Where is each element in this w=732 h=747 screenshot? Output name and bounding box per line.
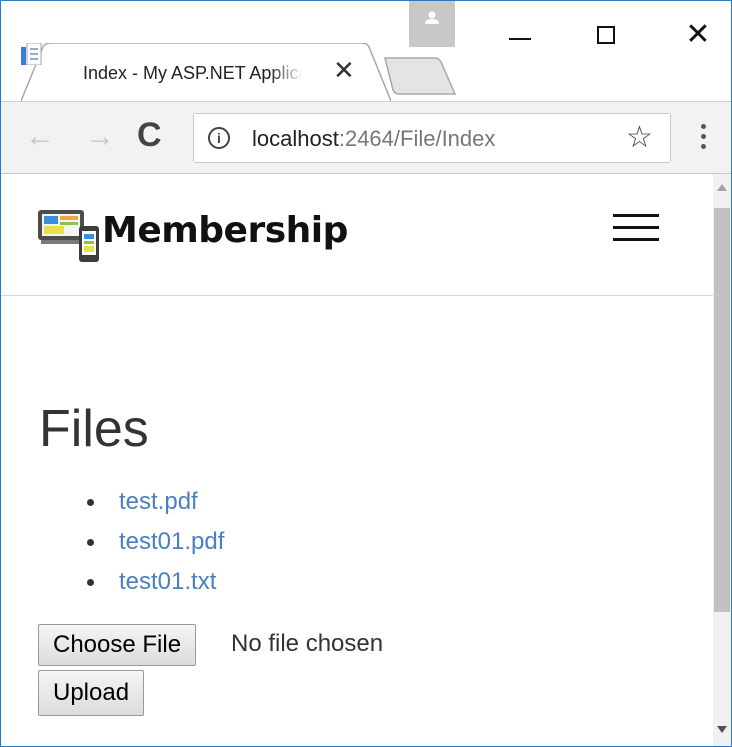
site-navbar: Membership [1,174,713,296]
scroll-down-arrow-icon[interactable] [717,726,727,733]
file-link-test01-pdf[interactable]: test01.pdf [119,528,224,555]
vertical-scrollbar[interactable] [713,174,731,746]
browser-toolbar: ← → C i localhost:2464/File/Index ☆ [1,101,731,174]
forward-icon[interactable]: → [85,122,115,152]
page-heading: Files [39,400,149,458]
site-info-icon[interactable]: i [208,127,230,149]
back-icon[interactable]: ← [25,122,55,152]
list-item: test01.txt [81,562,224,602]
tab-close-icon[interactable]: ✕ [333,57,355,83]
page-favicon-icon [21,43,42,65]
url-text[interactable]: localhost:2464/File/Index [252,126,495,152]
profile-icon [425,11,439,24]
list-item: test.pdf [81,482,224,522]
minimize-icon [509,38,531,40]
hamburger-menu-icon[interactable] [613,214,659,244]
profile-button[interactable] [409,1,455,47]
upload-button[interactable]: Upload [38,670,145,716]
tab-title: Index - My ASP.NET Application [83,63,303,83]
url-path: :2464/File/Index [338,126,496,151]
browser-window: Index - My ASP.NET Application ✕ ✕ ← → C… [0,0,732,747]
maximize-button[interactable] [581,19,631,59]
address-bar[interactable]: i localhost:2464/File/Index ☆ [193,113,671,163]
window-close-button[interactable]: ✕ [673,15,723,55]
file-link-test01-txt[interactable]: test01.txt [119,568,216,595]
brand-logo-icon[interactable] [37,206,101,264]
scroll-thumb[interactable] [714,208,730,612]
file-list: test.pdf test01.pdf test01.txt [81,482,224,602]
minimize-button[interactable] [491,19,551,59]
brand-title[interactable]: Membership [102,210,348,251]
no-file-chosen-label: No file chosen [231,630,384,657]
page-viewport: Membership Files test.pdf test01.pdf tes… [1,174,713,746]
title-bar: Index - My ASP.NET Application ✕ ✕ [1,1,731,101]
browser-menu-icon[interactable] [701,124,707,154]
browser-tab[interactable]: Index - My ASP.NET Application ✕ [21,43,391,101]
scroll-up-arrow-icon[interactable] [717,184,727,191]
new-tab-button[interactable] [383,56,457,96]
choose-file-button[interactable]: Choose File [38,624,197,666]
reload-icon[interactable]: C [137,116,162,154]
list-item: test01.pdf [81,522,224,562]
file-link-test-pdf[interactable]: test.pdf [119,488,198,515]
maximize-icon [597,26,615,44]
url-host: localhost [252,126,339,151]
bookmark-star-icon[interactable]: ☆ [626,122,653,154]
